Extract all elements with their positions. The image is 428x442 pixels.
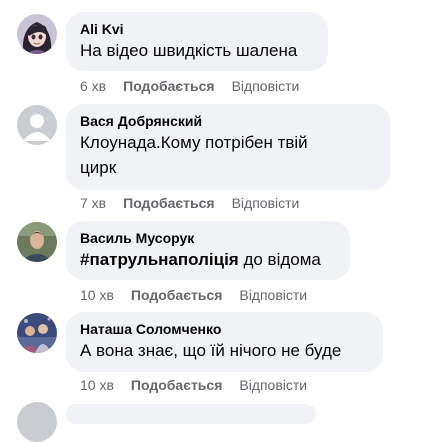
- comment-actions: 10 хв Подобається Відповісти: [80, 286, 324, 304]
- comment-text: А вона знає, що їй нічого не буде: [80, 341, 342, 360]
- avatar[interactable]: [17, 14, 57, 54]
- like-button[interactable]: Подобається: [131, 287, 222, 303]
- comment-timestamp[interactable]: 10 хв: [80, 287, 114, 303]
- avatar[interactable]: [17, 313, 57, 353]
- comment-actions: 7 хв Подобається Відповісти: [80, 194, 316, 212]
- avatar[interactable]: [17, 222, 57, 262]
- comment-bubble[interactable]: Наташа Соломченко А вона знає, що їй ніч…: [66, 312, 383, 372]
- reply-button[interactable]: Відповісти: [239, 377, 307, 393]
- comment-actions: 6 хв Подобається Відповісти: [80, 77, 316, 95]
- family-photo-avatar-icon: [17, 313, 57, 353]
- default-gray-avatar-icon: [17, 105, 57, 145]
- comment-bubble[interactable]: Василь Мусорук #патрульнаполіція до відо…: [66, 221, 350, 280]
- next-comment-bubble-partial: [66, 404, 316, 424]
- cartoon-girl-avatar-icon: [17, 14, 57, 54]
- comment-timestamp[interactable]: 7 хв: [80, 195, 106, 211]
- comment-author[interactable]: Вася Добрянский: [80, 112, 378, 130]
- comment-actions: 10 хв Подобається Відповісти: [80, 376, 324, 394]
- comment-timestamp[interactable]: 10 хв: [80, 377, 114, 393]
- next-comment-partial: [17, 402, 57, 442]
- comment-bubble[interactable]: Вася Добрянский Клоунада.Кому потрібен т…: [66, 104, 390, 190]
- hashtag-link[interactable]: #патрульнаполіція: [80, 250, 239, 269]
- reply-button[interactable]: Відповісти: [239, 287, 307, 303]
- comment-bubble[interactable]: Ali Kvi На відео швидкість шалена: [66, 12, 328, 71]
- comment-author[interactable]: Ali Kvi: [80, 20, 316, 38]
- comment-text: Клоунада.Кому потрібен твій цирк: [80, 133, 308, 177]
- comment-text: На відео швидкість шалена: [80, 41, 298, 60]
- man-photo-avatar-icon: [17, 222, 57, 262]
- comment-timestamp[interactable]: 6 хв: [80, 78, 106, 94]
- reply-button[interactable]: Відповісти: [232, 195, 300, 211]
- like-button[interactable]: Подобається: [123, 78, 214, 94]
- comment-text-rest: до відома: [238, 250, 321, 269]
- comment-author[interactable]: Василь Мусорук: [80, 229, 338, 247]
- comment-author[interactable]: Наташа Соломченко: [80, 320, 371, 338]
- avatar[interactable]: [17, 105, 57, 145]
- like-button[interactable]: Подобається: [131, 377, 222, 393]
- reply-button[interactable]: Відповісти: [232, 78, 300, 94]
- like-button[interactable]: Подобається: [123, 195, 214, 211]
- comment-text: #патрульнаполіція до відома: [80, 247, 338, 272]
